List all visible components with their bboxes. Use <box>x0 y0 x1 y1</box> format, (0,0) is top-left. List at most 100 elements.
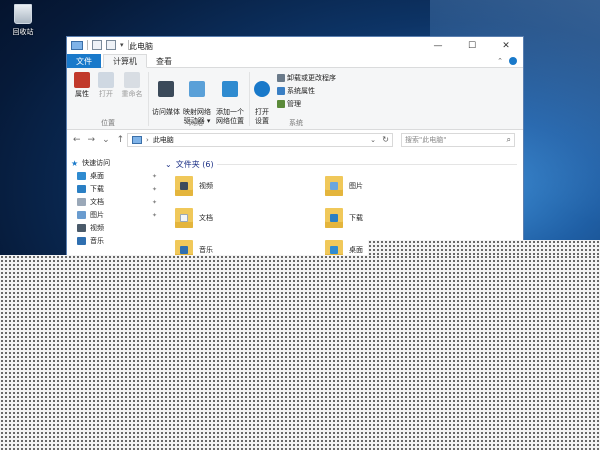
manage-icon <box>277 100 285 108</box>
desktop-icon <box>77 172 86 180</box>
computer-icon <box>71 40 83 50</box>
folder-item[interactable]: 下载 <box>325 208 363 228</box>
folder-label: 音乐 <box>199 246 213 254</box>
properties-label: 属性 <box>75 90 89 98</box>
group-divider <box>249 72 250 126</box>
search-placeholder: 搜索"此电脑" <box>405 136 447 144</box>
title-bar[interactable]: ▾ 此电脑 — ☐ ✕ <box>67 37 523 54</box>
nav-item-label: 下载 <box>90 185 104 193</box>
search-input[interactable]: 搜索"此电脑" ⌕ <box>401 133 515 147</box>
nav-item-music[interactable]: 音乐 <box>77 236 157 246</box>
download-icon <box>77 185 86 193</box>
toolbar-divider <box>87 40 88 50</box>
search-icon: ⌕ <box>506 135 511 144</box>
address-input[interactable]: › 此电脑 ⌄ ↻ <box>127 133 393 147</box>
group-label-network: 网络 <box>189 119 203 127</box>
group-label-location: 位置 <box>101 119 115 127</box>
ribbon-panel: 属性 打开 重命名 位置 访问媒体 映射网络 驱动器 ▾ 添加一个 网络位置 网… <box>67 68 523 130</box>
nav-item-label: 图片 <box>90 211 104 219</box>
nav-item-label: 音乐 <box>90 237 104 245</box>
navigation-pane: ★ 快速访问 桌面 ✦ 下载 ✦ 文档 ✦ 图片 ✦ 视频 音乐 <box>67 154 159 255</box>
group-label-system: 系统 <box>289 119 303 127</box>
access-media-label: 访问媒体 <box>152 108 180 116</box>
collapse-ribbon-button[interactable]: ⌃ <box>497 57 503 65</box>
rename-label: 重命名 <box>121 90 143 98</box>
breadcrumb-chevron[interactable]: › <box>146 136 149 144</box>
folder-item[interactable]: 桌面 <box>325 240 363 255</box>
window-title: 此电脑 <box>129 42 153 51</box>
music-icon <box>180 246 188 254</box>
recycle-bin-shortcut[interactable]: 回收站 <box>6 4 40 37</box>
open-settings-button[interactable]: 打开 设置 <box>251 72 273 135</box>
tab-file[interactable]: 文件 <box>67 54 101 68</box>
pin-icon[interactable]: ✦ <box>152 186 157 193</box>
add-network-location-button[interactable]: 添加一个 网络位置 <box>213 72 247 135</box>
dithered-overlay <box>0 255 600 450</box>
nav-item-downloads[interactable]: 下载 ✦ <box>77 184 157 194</box>
manage-label: 管理 <box>287 100 301 108</box>
pin-icon[interactable]: ✦ <box>152 199 157 206</box>
close-button[interactable]: ✕ <box>489 37 523 54</box>
nav-item-documents[interactable]: 文档 ✦ <box>77 197 157 207</box>
pin-icon[interactable]: ✦ <box>152 212 157 219</box>
folder-item[interactable]: 图片 <box>325 176 363 196</box>
help-icon[interactable] <box>509 57 517 65</box>
nav-item-label: 桌面 <box>90 172 104 180</box>
folder-item[interactable]: 视频 <box>175 176 213 196</box>
uninstall-program-button[interactable]: 卸载或更改程序 <box>277 73 336 83</box>
properties-button[interactable]: 属性 <box>71 72 93 99</box>
tab-computer[interactable]: 计算机 <box>103 54 147 68</box>
star-icon: ★ <box>71 158 79 168</box>
up-button[interactable]: ↑ <box>117 135 125 145</box>
open-settings-label: 打开 设置 <box>255 108 269 125</box>
folder-item[interactable]: 文档 <box>175 208 213 228</box>
nav-item-pictures[interactable]: 图片 ✦ <box>77 210 157 220</box>
minimize-button[interactable]: — <box>421 37 455 54</box>
nav-quick-access[interactable]: ★ 快速访问 <box>71 158 151 168</box>
properties-icon[interactable] <box>92 40 102 50</box>
address-dropdown[interactable]: ⌄ <box>370 136 376 144</box>
manage-button[interactable]: 管理 <box>277 99 301 109</box>
access-media-button[interactable]: 访问媒体 <box>151 72 181 126</box>
nav-item-label: 视频 <box>90 224 104 232</box>
forward-button[interactable]: → <box>88 135 96 145</box>
nav-item-videos[interactable]: 视频 <box>77 223 157 233</box>
folder-label: 桌面 <box>349 246 363 254</box>
recent-locations-dropdown[interactable]: ⌄ <box>102 135 110 145</box>
folders-section-header[interactable]: ⌄ 文件夹 (6) <box>165 159 214 170</box>
folder-icon <box>175 208 193 228</box>
refresh-button[interactable]: ↻ <box>382 135 389 144</box>
document-icon <box>180 214 188 222</box>
add-network-location-label: 添加一个 网络位置 <box>216 108 244 125</box>
pin-icon[interactable]: ✦ <box>152 173 157 180</box>
video-icon <box>77 224 86 232</box>
properties-icon <box>74 72 90 88</box>
system-properties-button[interactable]: 系统属性 <box>277 86 315 96</box>
tab-view[interactable]: 查看 <box>147 54 181 68</box>
open-button[interactable]: 打开 <box>95 72 117 99</box>
folder-item[interactable]: 音乐 <box>175 240 213 255</box>
folder-icon <box>325 240 343 255</box>
nav-item-desktop[interactable]: 桌面 ✦ <box>77 171 157 181</box>
breadcrumb-this-pc[interactable]: 此电脑 <box>153 135 174 145</box>
network-drive-icon <box>189 81 205 97</box>
dithered-overlay-edge <box>368 240 600 256</box>
rename-button[interactable]: 重命名 <box>119 72 145 99</box>
window-controls: — ☐ ✕ <box>421 37 523 54</box>
file-explorer-window: ▾ 此电脑 — ☐ ✕ 文件 计算机 查看 ⌃ 属性 打开 重命名 位置 访问媒… <box>66 36 524 256</box>
desktop-icon <box>330 246 338 254</box>
nav-item-label: 文档 <box>90 198 104 206</box>
music-icon <box>77 237 86 245</box>
quick-access-toolbar: ▾ <box>71 40 129 50</box>
download-icon <box>330 214 338 222</box>
back-button[interactable]: ← <box>73 135 81 145</box>
system-properties-label: 系统属性 <box>287 87 315 95</box>
network-location-icon <box>222 81 238 97</box>
new-folder-icon[interactable] <box>106 40 116 50</box>
settings-gear-icon <box>254 81 270 97</box>
folder-label: 文档 <box>199 214 213 222</box>
maximize-button[interactable]: ☐ <box>455 37 489 54</box>
folder-icon <box>175 176 193 196</box>
customize-toolbar-dropdown[interactable]: ▾ <box>120 41 124 49</box>
ribbon-controls: ⌃ <box>497 57 517 65</box>
